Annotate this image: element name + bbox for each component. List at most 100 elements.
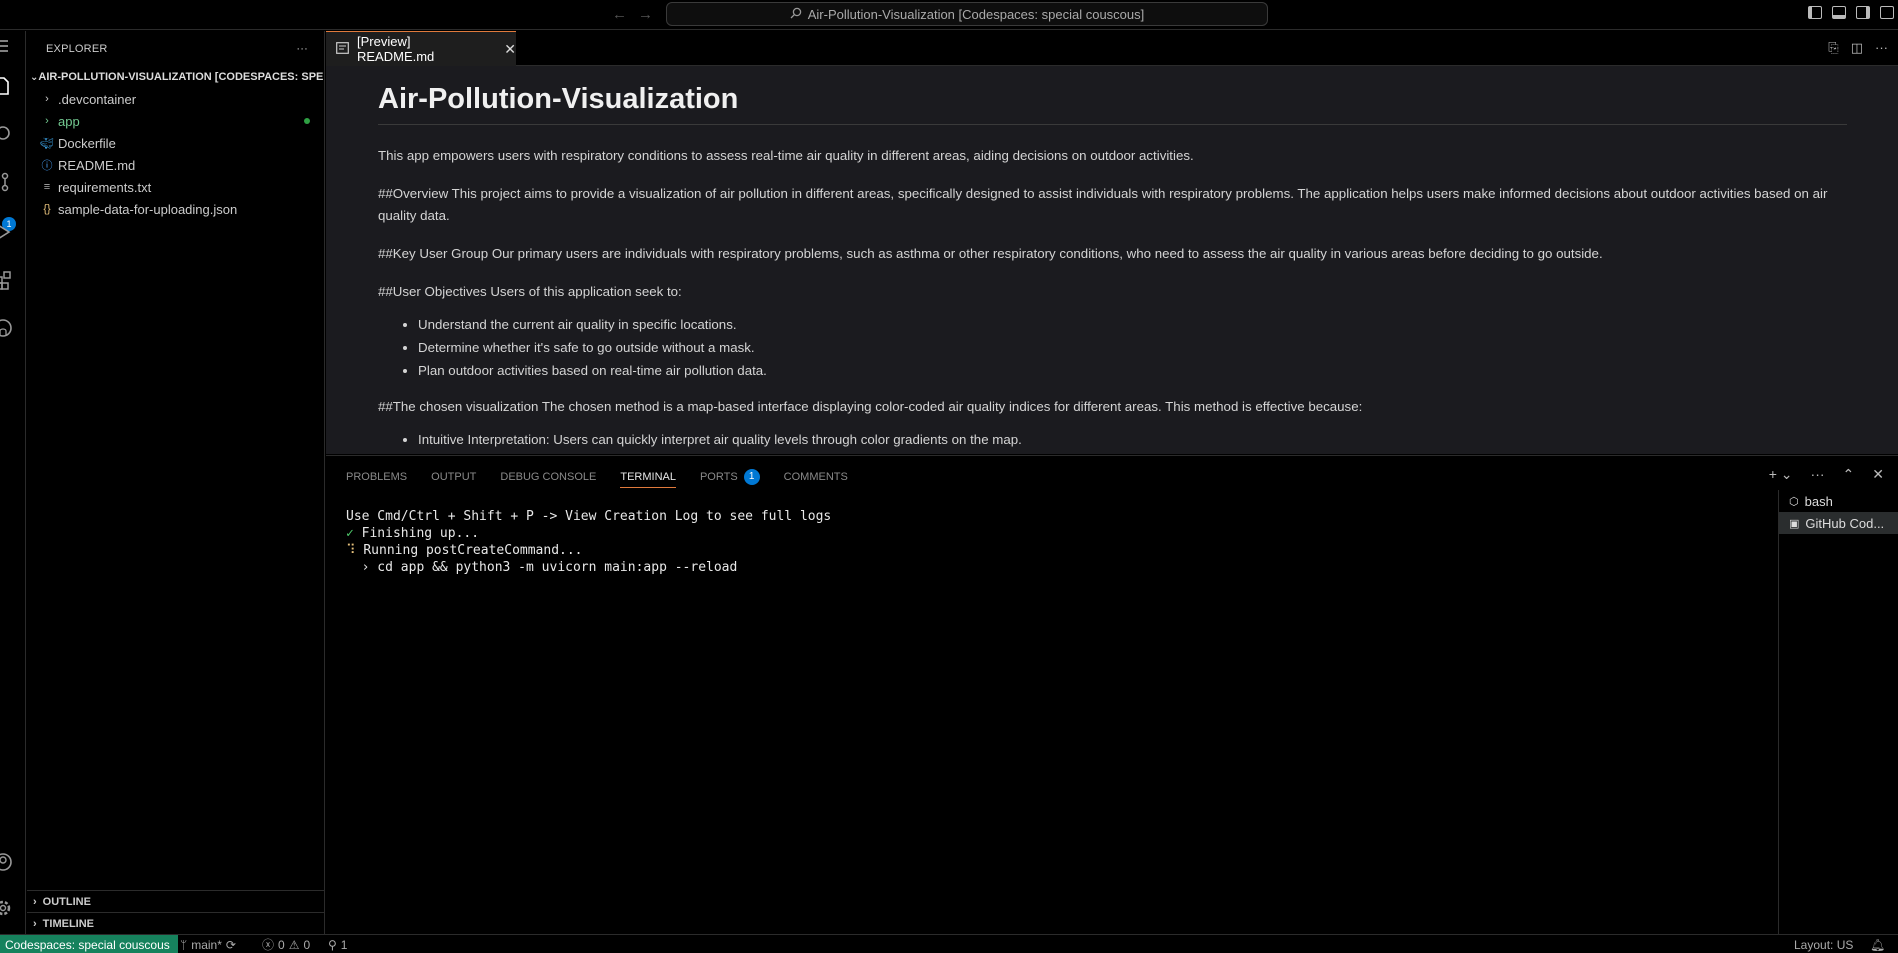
workspace-root-folder[interactable]: ⌄ AIR-POLLUTION-VISUALIZATION [CODESPACE… (27, 66, 324, 88)
notifications-bell-icon[interactable]: 🔔︎ (1870, 935, 1885, 953)
warning-icon: ⚠ (288, 937, 300, 952)
git-branch-icon: ᛘ (180, 937, 188, 952)
tab-label: TERMINAL (620, 470, 676, 483)
ports-indicator[interactable]: ⚲ 1 (328, 935, 347, 953)
source-control-icon[interactable] (0, 171, 14, 193)
explorer-sidebar: EXPLORER ··· ⌄ AIR-POLLUTION-VISUALIZATI… (27, 31, 325, 934)
back-arrow-icon[interactable]: ← (612, 6, 627, 23)
check-icon: ✓ (346, 526, 354, 541)
command-center-search[interactable]: Air-Pollution-Visualization [Codespaces:… (666, 2, 1268, 26)
forward-arrow-icon[interactable]: → (638, 6, 653, 23)
remote-indicator[interactable]: Codespaces: special couscous (0, 935, 178, 953)
terminal-output[interactable]: Use Cmd/Ctrl + Shift + P -> View Creatio… (346, 508, 831, 576)
status-bar: Codespaces: special couscous ᛘ main* ⟳ ⓧ… (0, 934, 1898, 953)
folder-devcontainer[interactable]: › .devcontainer (27, 88, 324, 110)
text-lines-icon: ≡ (43, 181, 51, 193)
tab-readme-preview[interactable]: [Preview] README.md ✕ (326, 31, 516, 66)
list-item: Intuitive Interpretation: Users can quic… (418, 428, 1847, 451)
accounts-icon[interactable] (0, 851, 14, 873)
terminal-list: ⬡ bash ▣ GitHub Cod... (1778, 490, 1898, 935)
ports-count: 1 (340, 937, 348, 952)
file-label: requirements.txt (58, 179, 152, 195)
workspace-root-label: AIR-POLLUTION-VISUALIZATION [CODESPACES:… (38, 71, 324, 83)
warning-count: 0 (303, 937, 311, 952)
tab-label: COMMENTS (783, 471, 848, 483)
ports-badge: 1 (743, 469, 760, 485)
info-icon: ⓘ (41, 160, 53, 172)
terminal-item-label: GitHub Cod... (1805, 515, 1885, 531)
readme-intro: This app empowers users with respiratory… (378, 148, 1194, 163)
tab-comments[interactable]: COMMENTS (784, 466, 848, 488)
preview-icon (336, 41, 349, 57)
outline-label: OUTLINE (42, 895, 91, 908)
run-debug-icon[interactable] (0, 221, 14, 243)
terminal-cube-icon: ⬡ (1789, 495, 1799, 508)
remote-label: Codespaces: special couscous (5, 937, 170, 952)
close-tab-icon[interactable]: ✕ (504, 41, 516, 58)
explorer-more-actions[interactable]: ··· (296, 43, 308, 55)
split-editor-icon[interactable]: ◫ (1851, 40, 1863, 56)
tab-problems[interactable]: PROBLEMS (346, 466, 407, 488)
list-item: Determine whether it's safe to go outsid… (418, 336, 1847, 359)
settings-gear-icon[interactable] (0, 897, 14, 919)
readme-visualization: ##The chosen visualization The chosen me… (378, 399, 1363, 414)
toggle-panel-icon[interactable] (1832, 6, 1846, 19)
chevron-down-icon: ⌄ (30, 71, 39, 83)
file-dockerfile[interactable]: 🐳︎ Dockerfile (27, 132, 324, 154)
radio-tower-icon: ⚲ (328, 937, 337, 952)
docker-icon: 🐳︎ (40, 137, 54, 150)
terminal-item-bash[interactable]: ⬡ bash (1779, 490, 1898, 512)
problems-indicator[interactable]: ⓧ 0 ⚠ 0 (262, 935, 310, 953)
extensions-icon[interactable] (0, 269, 14, 291)
timeline-label: TIMELINE (42, 917, 95, 930)
close-panel-icon[interactable]: ✕ (1872, 466, 1884, 483)
chevron-right-icon: › (33, 917, 37, 930)
terminal-item-github-codespaces[interactable]: ▣ GitHub Cod... (1779, 512, 1898, 534)
terminal-line: Use Cmd/Ctrl + Shift + P -> View Creatio… (346, 509, 832, 524)
file-label: sample-data-for-uploading.json (58, 201, 238, 217)
branch-indicator[interactable]: ᛘ main* ⟳ (180, 935, 236, 953)
modified-dot-icon (304, 118, 310, 124)
layout-label: Layout: US (1794, 937, 1854, 952)
maximize-panel-icon[interactable]: ⌃ (1843, 466, 1855, 483)
spinner-icon: ⠹ (346, 543, 356, 558)
readme-title: Air-Pollution-Visualization (378, 76, 1847, 125)
file-readme[interactable]: ⓘ README.md (27, 154, 324, 176)
tab-ports[interactable]: PORTS 1 (700, 466, 760, 488)
menu-icon[interactable] (0, 35, 14, 57)
explorer-icon[interactable] (0, 75, 14, 97)
timeline-section[interactable]: › TIMELINE (27, 912, 325, 934)
toggle-primary-sidebar-icon[interactable] (1808, 6, 1822, 19)
error-count: 0 (278, 937, 285, 952)
chevron-right-icon: › (45, 115, 49, 127)
tab-debug-console[interactable]: DEBUG CONSOLE (500, 466, 596, 488)
open-source-icon[interactable]: ⎘ (1828, 40, 1838, 56)
explorer-title: EXPLORER (46, 42, 108, 55)
search-icon[interactable] (0, 123, 14, 145)
tab-label: OUTPUT (431, 471, 477, 483)
github-icon[interactable] (0, 317, 14, 339)
toggle-secondary-sidebar-icon[interactable] (1856, 6, 1870, 19)
list-item: Plan outdoor activities based on real-ti… (418, 359, 1847, 382)
tab-label: PROBLEMS (346, 471, 408, 483)
customize-layout-icon[interactable] (1880, 6, 1894, 19)
editor-more-actions[interactable]: ··· (1875, 40, 1888, 56)
new-terminal-icon[interactable]: + ⌄ (1769, 466, 1793, 483)
editor-tab-bar: [Preview] README.md ✕ ⎘ ◫ ··· (326, 31, 1898, 66)
outline-section[interactable]: › OUTLINE (27, 890, 325, 912)
chevron-right-icon: › (33, 895, 37, 908)
panel-more-actions[interactable]: ··· (1811, 466, 1825, 483)
benefits-list: Intuitive Interpretation: Users can quic… (418, 428, 1847, 451)
tab-output[interactable]: OUTPUT (431, 466, 476, 488)
file-label: README.md (58, 157, 136, 173)
file-requirements[interactable]: ≡ requirements.txt (27, 176, 324, 198)
file-sample-data[interactable]: {} sample-data-for-uploading.json (27, 198, 324, 220)
markdown-preview: Air-Pollution-Visualization This app emp… (326, 66, 1898, 454)
tab-terminal[interactable]: TERMINAL (620, 466, 676, 488)
keyboard-layout-indicator[interactable]: Layout: US (1794, 935, 1853, 953)
file-label: Dockerfile (58, 135, 116, 151)
terminal-item-label: bash (1804, 493, 1833, 509)
folder-app[interactable]: › app (27, 110, 324, 132)
list-item: Understand the current air quality in sp… (418, 313, 1847, 336)
branch-label: main* (191, 937, 222, 952)
